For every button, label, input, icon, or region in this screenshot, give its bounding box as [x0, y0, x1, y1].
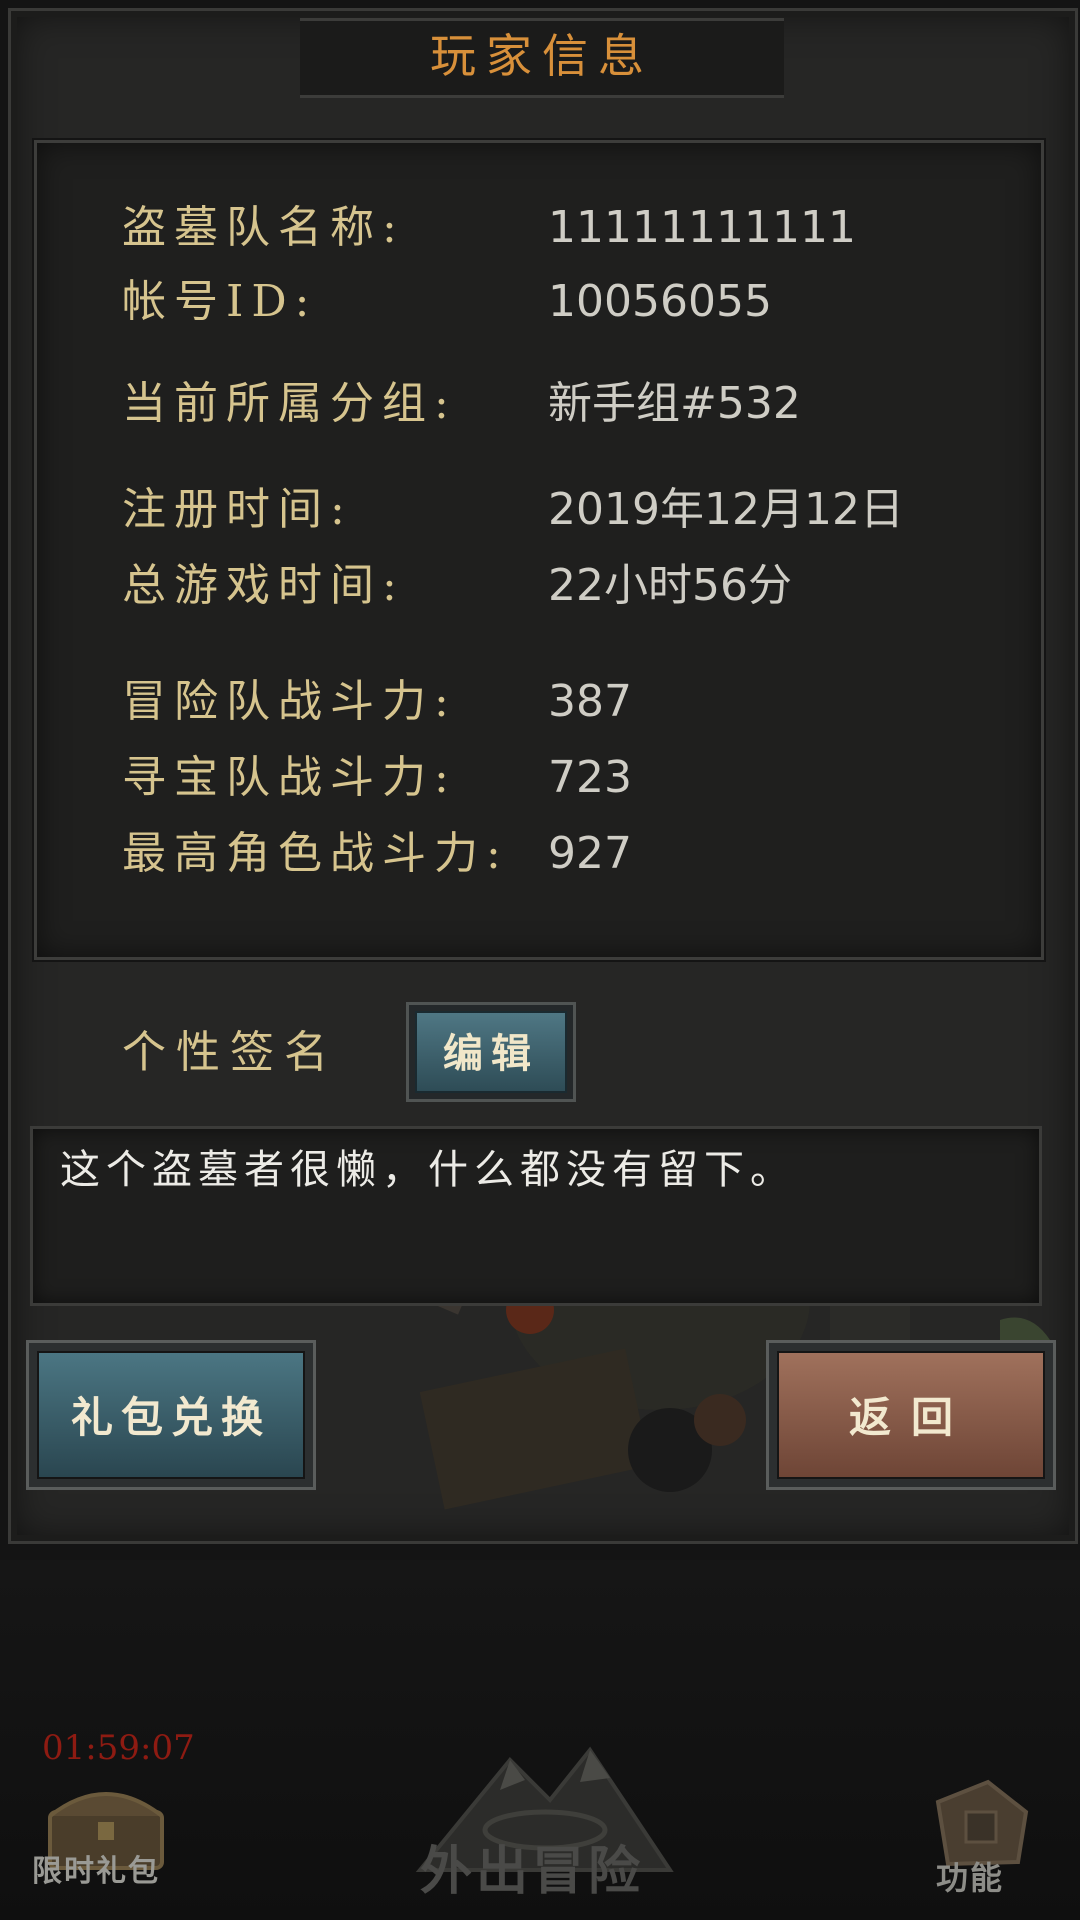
signature-text: 这个盗墓者很懒，什么都没有留下。 — [60, 1147, 796, 1193]
edit-signature-label: 编辑 — [415, 1011, 567, 1093]
signature-label: 个性签名 — [122, 1027, 338, 1078]
group-label: 当前所属分组: — [122, 378, 457, 429]
register-time-label: 注册时间: — [122, 484, 353, 535]
gift-exchange-label: 礼包兑换 — [37, 1351, 305, 1479]
back-label: 返回 — [777, 1351, 1045, 1479]
adventure-label[interactable]: 外出冒险 — [420, 1840, 644, 1904]
treasure-team-power-value: 723 — [548, 752, 632, 803]
adventure-team-power-value: 387 — [548, 676, 632, 727]
total-play-time-label: 总游戏时间: — [122, 560, 405, 611]
adventure-team-power-label: 冒险队战斗力: — [122, 676, 457, 727]
team-name-label: 盗墓队名称: — [122, 202, 405, 253]
gift-exchange-button[interactable]: 礼包兑换 — [26, 1340, 316, 1490]
edit-signature-button[interactable]: 编辑 — [406, 1002, 576, 1102]
gift-timer: 01:59:07 — [42, 1728, 195, 1768]
panel-title: 玩家信息 — [430, 29, 654, 83]
register-time-value: 2019年12月12日 — [548, 484, 904, 535]
limited-gift-label[interactable]: 限时礼包 — [32, 1852, 160, 1892]
team-name-value: 11111111111 — [548, 202, 856, 253]
top-character-power-value: 927 — [548, 828, 632, 879]
top-character-power-label: 最高角色战斗力: — [122, 828, 509, 879]
account-id-label: 帐号ID: — [122, 276, 318, 327]
account-id-value: 10056055 — [548, 276, 772, 327]
back-button[interactable]: 返回 — [766, 1340, 1056, 1490]
function-label[interactable]: 功能 — [936, 1858, 1004, 1898]
total-play-time-value: 22小时56分 — [548, 560, 792, 611]
backpack-function-icon[interactable] — [918, 1772, 1038, 1872]
treasure-team-power-label: 寻宝队战斗力: — [122, 752, 457, 803]
group-value: 新手组#532 — [548, 378, 801, 429]
